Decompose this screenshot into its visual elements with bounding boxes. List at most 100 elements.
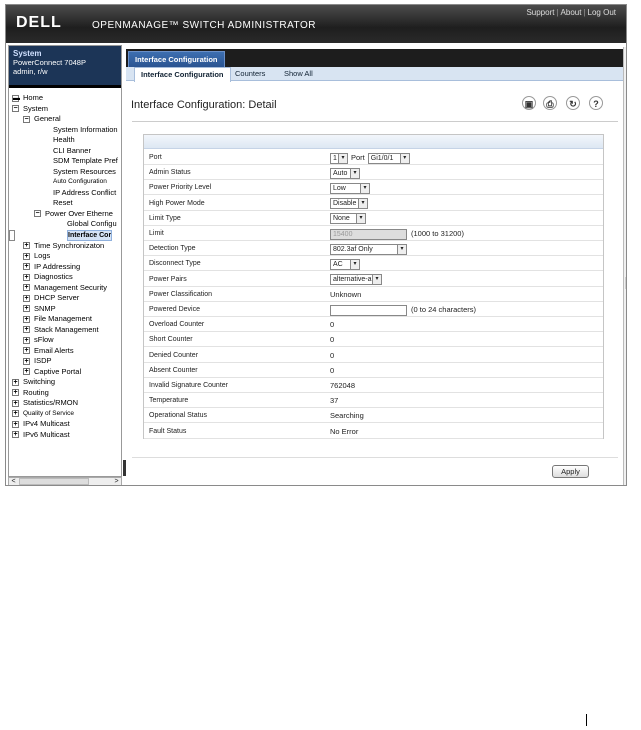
sidebar-item-label: Captive Portal (34, 366, 82, 376)
sidebar-item[interactable]: System Resources (9, 167, 121, 178)
chevron-down-icon[interactable]: ▾ (399, 153, 409, 163)
refresh-icon[interactable]: ↻ (566, 96, 580, 110)
print-icon[interactable]: ⎙ (543, 96, 557, 110)
subtab-counters[interactable]: Counters (235, 67, 265, 81)
chevron-down-icon[interactable]: ▾ (350, 259, 359, 269)
field-select[interactable]: AC ▾ (330, 258, 360, 270)
sidebar-item[interactable]: + Diagnostics (9, 272, 121, 283)
content-vertical-scrollbar[interactable]: ▲ ▼ (623, 47, 627, 485)
expand-icon[interactable]: + (23, 305, 30, 312)
expand-icon[interactable]: + (23, 273, 30, 281)
expand-icon[interactable]: + (12, 410, 19, 417)
expand-icon[interactable]: + (12, 389, 19, 396)
save-icon[interactable]: ▣ (522, 96, 536, 110)
about-link[interactable]: About (561, 8, 582, 17)
expand-icon[interactable]: + (23, 263, 30, 270)
sidebar-item[interactable]: Interface Cor (9, 229, 113, 241)
sidebar-item[interactable]: System Information (9, 125, 121, 136)
subtab-interface-configuration[interactable]: Interface Configuration (134, 67, 231, 82)
scroll-thumb[interactable] (625, 277, 626, 289)
sidebar-item[interactable]: Auto Configuration (9, 177, 121, 188)
subtab-show-all[interactable]: Show All (284, 67, 313, 81)
port-select[interactable]: Gi1/0/1 ▾ (367, 152, 410, 164)
sidebar-item[interactable]: + Quality of Service (9, 409, 121, 420)
title-divider (132, 121, 618, 122)
expand-icon[interactable]: + (23, 294, 30, 302)
field-select[interactable]: Low ▾ (330, 182, 370, 194)
sidebar-item[interactable]: + Email Alerts (9, 346, 121, 357)
scroll-down-icon[interactable]: ▼ (624, 479, 627, 485)
sidebar-item[interactable]: − General (9, 114, 121, 125)
sidebar-item[interactable]: + SNMP (9, 304, 121, 315)
sidebar-item[interactable]: + IPv4 Multicast (9, 419, 121, 430)
chevron-down-icon[interactable]: ▾ (360, 183, 369, 193)
help-icon[interactable]: ? (589, 96, 603, 110)
home-icon[interactable]: ▬ (12, 94, 20, 102)
sidebar-item[interactable]: SDM Template Pref (9, 156, 121, 167)
sidebar-item[interactable]: + Routing (9, 388, 121, 399)
unit-select[interactable]: 1 ▾ (330, 152, 348, 164)
expand-icon[interactable]: + (12, 378, 19, 386)
expand-icon[interactable]: + (23, 242, 30, 249)
chevron-down-icon[interactable]: ▾ (397, 244, 406, 254)
tab-interface-configuration[interactable]: Interface Configuration (128, 51, 225, 67)
expand-icon[interactable]: + (23, 368, 30, 375)
field-select[interactable]: None ▾ (330, 213, 366, 225)
sidebar-item[interactable]: Health (9, 135, 121, 146)
field-select[interactable]: 802.3af Only ▾ (330, 243, 407, 255)
sidebar-item[interactable]: IP Address Conflict (9, 188, 121, 199)
expand-icon[interactable]: + (12, 431, 19, 438)
scroll-right-icon[interactable]: > (112, 478, 121, 485)
sidebar-item[interactable]: + Stack Management (9, 325, 121, 336)
sidebar-item[interactable]: ▬ Home (9, 93, 121, 104)
expand-icon[interactable]: + (23, 284, 30, 291)
scroll-thumb[interactable] (19, 478, 89, 485)
sidebar-item[interactable]: + DHCP Server (9, 293, 121, 304)
chevron-down-icon[interactable]: ▾ (358, 199, 367, 209)
sidebar-item[interactable]: + IPv6 Multicast (9, 430, 121, 441)
expand-icon[interactable]: + (23, 326, 30, 333)
sidebar-item[interactable]: + Switching (9, 377, 121, 388)
support-link[interactable]: Support (526, 8, 554, 17)
collapse-icon[interactable]: − (34, 210, 41, 217)
sidebar-item[interactable]: Reset (9, 198, 121, 209)
expand-icon[interactable]: + (12, 420, 19, 428)
sidebar-item[interactable]: + Logs (9, 251, 121, 262)
collapse-icon[interactable]: − (12, 105, 19, 112)
chevron-down-icon[interactable]: ▾ (338, 153, 347, 163)
sidebar-item[interactable]: + Management Security (9, 283, 121, 294)
collapse-icon[interactable]: − (23, 115, 30, 123)
sidebar-item[interactable]: − Power Over Etherne (9, 209, 121, 220)
field-select[interactable]: Auto ▾ (330, 167, 360, 179)
field-value: None ▾ (330, 211, 366, 226)
expand-icon[interactable]: + (23, 357, 30, 365)
scroll-left-icon[interactable]: < (9, 478, 18, 485)
sidebar-horizontal-scrollbar[interactable]: < > (8, 477, 122, 485)
field-select[interactable]: Disable ▾ (330, 198, 368, 210)
sidebar-item[interactable]: + Captive Portal (9, 367, 121, 378)
apply-button[interactable]: Apply (552, 465, 589, 478)
chevron-down-icon[interactable]: ▾ (350, 168, 359, 178)
scroll-up-icon[interactable]: ▲ (624, 47, 627, 56)
chevron-down-icon[interactable]: ▾ (372, 275, 381, 285)
chevron-down-icon[interactable]: ▾ (356, 214, 365, 224)
sidebar-item[interactable]: CLI Banner (9, 146, 121, 157)
powered-device-input[interactable] (330, 304, 407, 316)
expand-icon[interactable]: + (23, 315, 30, 323)
expand-icon[interactable]: + (23, 252, 30, 260)
logout-link[interactable]: Log Out (588, 8, 616, 17)
sidebar-item[interactable]: + Statistics/RMON (9, 398, 121, 409)
sidebar-item[interactable]: Global Configu (9, 219, 121, 230)
sidebar-item[interactable]: + sFlow (9, 335, 121, 346)
expand-icon[interactable]: + (12, 399, 19, 407)
field-select[interactable]: alternative-a ▾ (330, 274, 382, 286)
expand-icon[interactable]: + (23, 336, 30, 344)
sidebar-item[interactable]: + File Management (9, 314, 121, 325)
top-links: Support | About | Log Out (526, 8, 616, 17)
expand-icon[interactable]: + (23, 347, 30, 354)
sidebar-item[interactable]: + Time Synchronizaton (9, 241, 121, 252)
sidebar-item[interactable]: + ISDP (9, 356, 121, 367)
sidebar-item[interactable]: − System (9, 104, 121, 115)
system-title[interactable]: System (13, 49, 118, 58)
sidebar-item[interactable]: + IP Addressing (9, 262, 121, 273)
